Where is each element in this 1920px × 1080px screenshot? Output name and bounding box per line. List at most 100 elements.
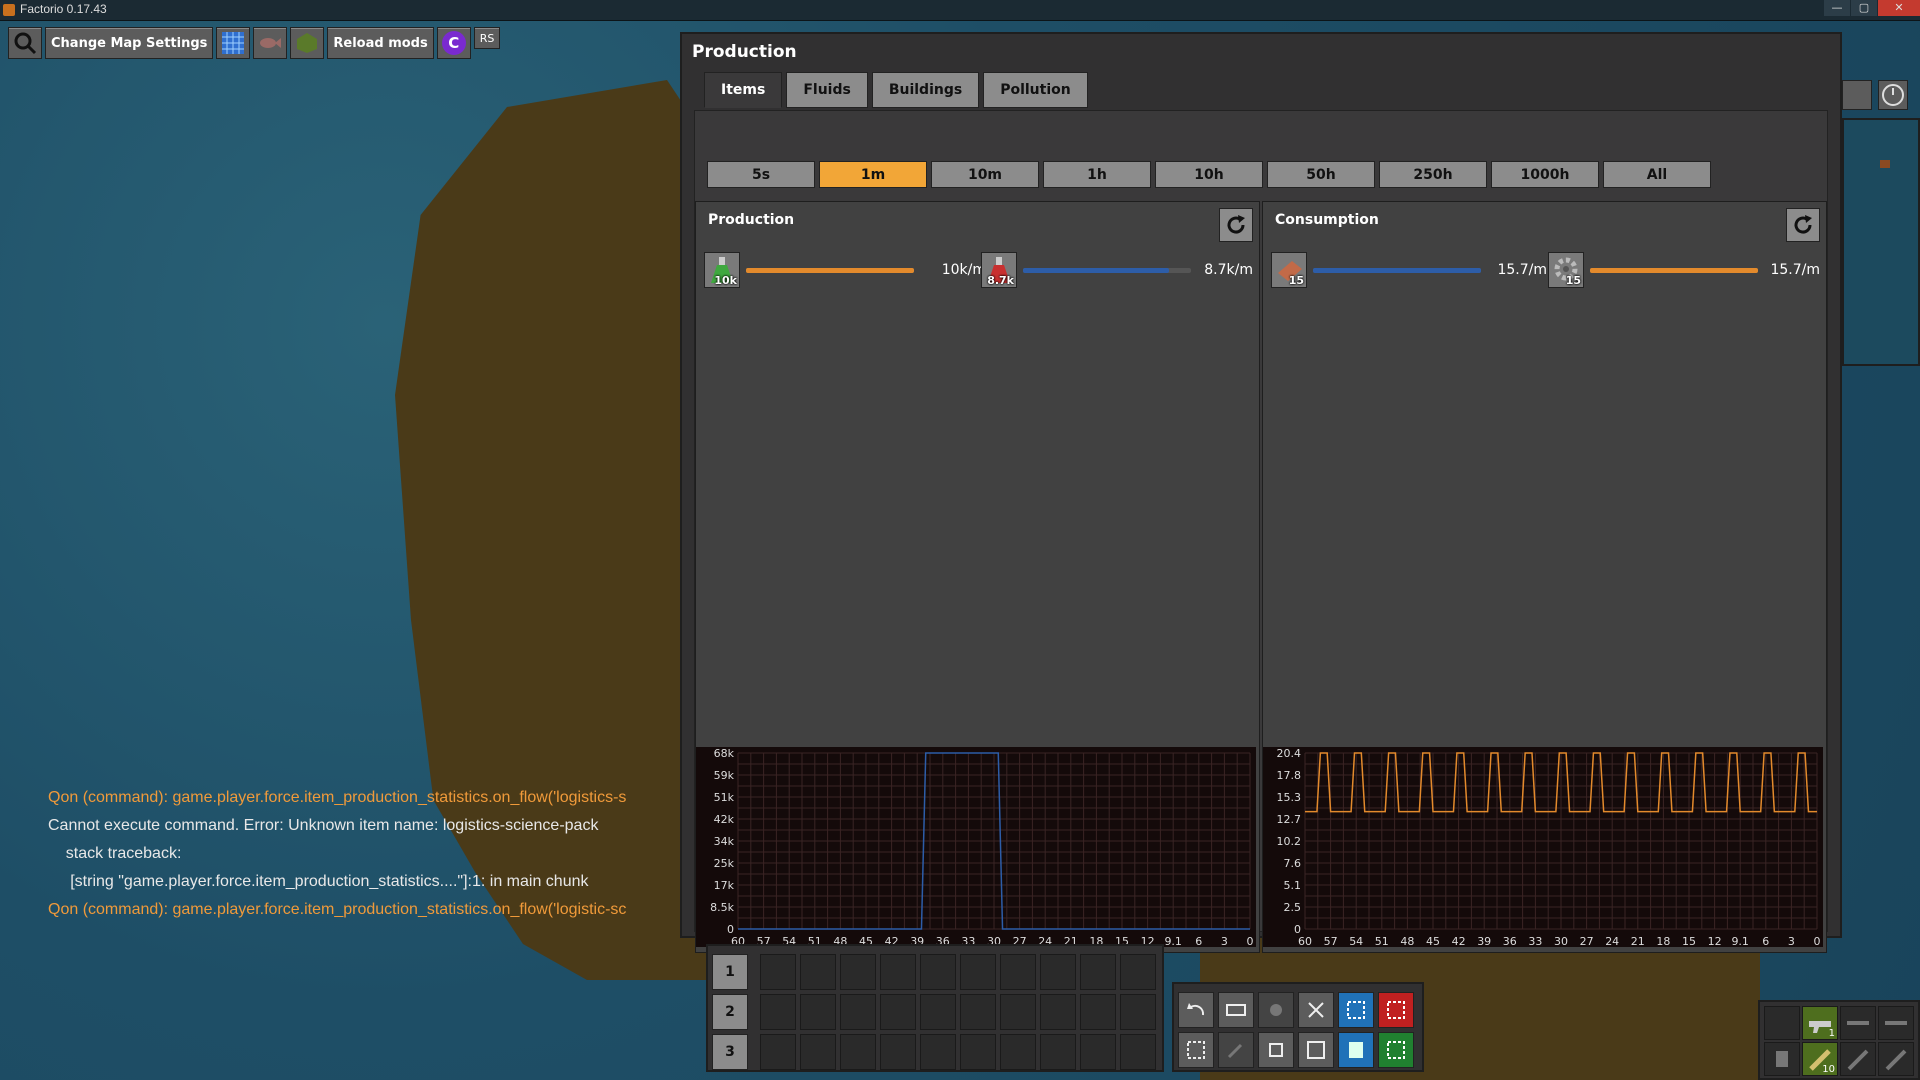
range-1m[interactable]: 1m [819, 161, 927, 188]
tab-pollution[interactable]: Pollution [983, 72, 1088, 108]
undo-shortcut-button[interactable] [1178, 992, 1214, 1028]
armor-slot[interactable] [1764, 1006, 1800, 1040]
range-1h[interactable]: 1h [1043, 161, 1151, 188]
map-toggle-button[interactable] [1842, 80, 1872, 110]
range-all[interactable]: All [1603, 161, 1711, 188]
quickbar-slot[interactable] [920, 994, 956, 1030]
quickbar-slot[interactable] [840, 1034, 876, 1070]
copy-selection-shortcut-button[interactable] [1258, 1032, 1294, 1068]
ammo-slot[interactable] [1878, 1042, 1914, 1076]
search-button[interactable] [8, 27, 42, 59]
scissors-icon [1308, 1002, 1324, 1018]
quickbar-slot[interactable] [760, 994, 796, 1030]
paste-shortcut-button[interactable] [1178, 1032, 1214, 1068]
quickbar-row: 2 [712, 994, 1156, 1030]
gun-slot[interactable] [1840, 1006, 1876, 1040]
upgrade-planner-icon [1387, 1041, 1405, 1059]
minimize-button[interactable]: — [1824, 0, 1850, 16]
tab-buildings[interactable]: Buildings [871, 72, 980, 108]
quickbar-slot[interactable] [1080, 994, 1116, 1030]
y-tick-label: 20.4 [1277, 747, 1302, 760]
quickbar-slot[interactable] [1120, 994, 1156, 1030]
quickbar-slot[interactable] [840, 954, 876, 990]
tile-button[interactable] [290, 27, 325, 59]
new-blueprint-shortcut-button[interactable] [1338, 1032, 1374, 1068]
production-graph[interactable]: 68k59k51k42k34k25k17k8.5k060 57 54 51 48 45 42… [696, 747, 1256, 947]
range-10m[interactable]: 10m [931, 161, 1039, 188]
range-10h[interactable]: 10h [1155, 161, 1263, 188]
quickbar-slot[interactable] [800, 994, 836, 1030]
production-entry-1[interactable]: 8.7k 8.7k/m [981, 252, 1261, 288]
c-button[interactable]: C [436, 27, 471, 59]
cut-shortcut-button[interactable] [1298, 992, 1334, 1028]
quickbar-slot[interactable] [760, 1034, 796, 1070]
quickbar-slot[interactable] [960, 1034, 996, 1070]
minimap[interactable] [1842, 118, 1920, 366]
quickbar-slot[interactable] [880, 1034, 916, 1070]
production-window: Production Items Fluids Buildings Pollut… [680, 32, 1842, 953]
maximize-button[interactable]: ▢ [1851, 0, 1877, 16]
quickbar-slot[interactable] [1000, 994, 1036, 1030]
x-tick-label: 3 [1788, 935, 1795, 947]
quickbar-slot[interactable] [1040, 954, 1076, 990]
quickbar-page-button[interactable]: 3 [712, 1034, 748, 1070]
reset-production-button[interactable] [1219, 208, 1253, 242]
quickbar-page-button[interactable]: 2 [712, 994, 748, 1030]
deconstruct-shortcut-button[interactable] [1378, 992, 1414, 1028]
armor-icon-slot[interactable] [1764, 1042, 1800, 1076]
ammo-slot[interactable]: 10 [1802, 1042, 1838, 1076]
quickbar-slot[interactable] [1000, 1034, 1036, 1070]
grid-button[interactable] [216, 27, 251, 59]
consumption-graph[interactable]: 20.4 17.8 15.3 12.7 10.2 7.6 5.1 2.5 0 60 57 54 51 48… [1263, 747, 1823, 947]
y-tick-label: 12.7 [1277, 813, 1302, 826]
quickbar-slot[interactable] [960, 994, 996, 1030]
tab-items[interactable]: Items [704, 72, 783, 108]
quickbar-slot[interactable] [960, 954, 996, 990]
consumption-entry-0[interactable]: 15 15.7/m [1271, 252, 1551, 288]
gun-slot[interactable] [1878, 1006, 1914, 1040]
quickbar-slot[interactable] [800, 1034, 836, 1070]
blueprint-shortcut-button[interactable] [1258, 992, 1294, 1028]
range-1000h[interactable]: 1000h [1491, 161, 1599, 188]
change-map-settings-button[interactable]: Change Map Settings [45, 27, 214, 59]
upgrade-planner-shortcut-button[interactable] [1378, 1032, 1414, 1068]
quickbar-slot[interactable] [1040, 994, 1076, 1030]
x-tick-label: 45 [1426, 935, 1440, 947]
quickbar-slot[interactable] [880, 994, 916, 1030]
quickbar-slot[interactable] [1080, 954, 1116, 990]
tab-fluids[interactable]: Fluids [786, 72, 868, 108]
consumption-entry-1[interactable]: 15 15.7/m [1548, 252, 1828, 288]
copy-shortcut-button[interactable] [1218, 992, 1254, 1028]
quickbar-slot[interactable] [920, 1034, 956, 1070]
quickbar-slot[interactable] [920, 954, 956, 990]
grass-tile-icon [297, 33, 318, 53]
quickbar-slot[interactable] [1080, 1034, 1116, 1070]
quickbar-slot[interactable] [760, 954, 796, 990]
statistics-button[interactable] [1878, 80, 1908, 110]
quickbar-page-button[interactable]: 1 [712, 954, 748, 990]
quickbar-slot[interactable] [800, 954, 836, 990]
rs-button[interactable]: RS [473, 27, 501, 49]
blueprint-book-shortcut-button[interactable] [1298, 1032, 1334, 1068]
quickbar-slot[interactable] [1120, 954, 1156, 990]
select-shortcut-button[interactable] [1338, 992, 1374, 1028]
personal-roboport-shortcut-button[interactable] [1218, 1032, 1254, 1068]
range-50h[interactable]: 50h [1267, 161, 1375, 188]
quickbar-slot[interactable] [840, 994, 876, 1030]
quickbar-slot[interactable] [1040, 1034, 1076, 1070]
reset-consumption-button[interactable] [1786, 208, 1820, 242]
quickbar-slot[interactable] [880, 954, 916, 990]
y-tick-label: 42k [714, 813, 735, 826]
pistol-slot[interactable]: 1 [1802, 1006, 1838, 1040]
quickbar-slot[interactable] [1120, 1034, 1156, 1070]
close-button[interactable]: ✕ [1878, 0, 1920, 16]
quickbar-slot[interactable] [1000, 954, 1036, 990]
fish-button[interactable] [253, 27, 288, 59]
ammo-slot[interactable] [1840, 1042, 1876, 1076]
range-5s[interactable]: 5s [707, 161, 815, 188]
x-tick-label: 9.1 [1731, 935, 1749, 947]
fish-icon [260, 38, 282, 48]
reload-mods-button[interactable]: Reload mods [327, 27, 434, 59]
automation-science-pack-icon: 10k [704, 252, 740, 288]
range-250h[interactable]: 250h [1379, 161, 1487, 188]
